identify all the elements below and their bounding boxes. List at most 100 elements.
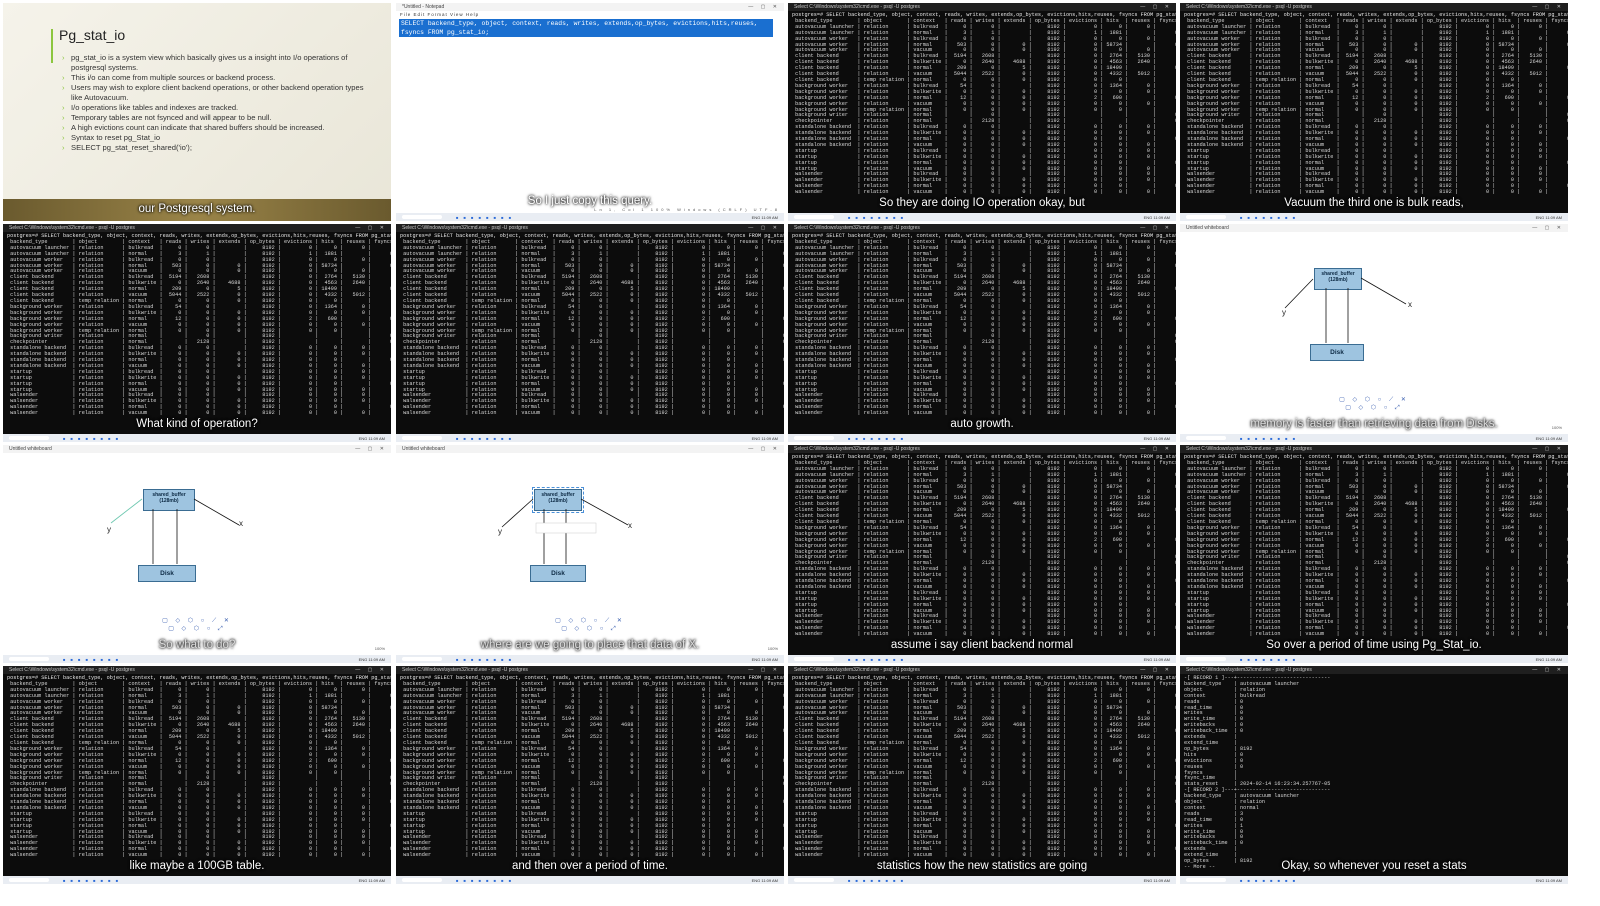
- taskbar-search[interactable]: [794, 878, 834, 882]
- window-controls[interactable]: — ▢ ✕: [748, 446, 780, 452]
- taskbar-app-icons[interactable]: ■ ■ ■ ■ ■ ■ ■ ■: [1240, 657, 1297, 662]
- taskbar-search[interactable]: [1186, 657, 1226, 661]
- window-controls[interactable]: — ▢ ✕: [1140, 225, 1172, 231]
- window-titlebar[interactable]: Select C:\Windows\system32\cmd.exe - psq…: [396, 666, 784, 674]
- taskbar: ■ ■ ■ ■ ■ ■ ■ ■ ENG 11:09 AM: [788, 213, 1176, 221]
- taskbar-app-icons[interactable]: ■ ■ ■ ■ ■ ■ ■ ■: [63, 878, 120, 883]
- window-controls[interactable]: — ▢ ✕: [1532, 667, 1564, 673]
- window-titlebar[interactable]: Select C:\Windows\system32\cmd.exe - psq…: [788, 666, 1176, 674]
- window-title: *Untitled - Notepad: [402, 4, 445, 10]
- terminal-output[interactable]: postgres=# SELECT backend_type, object, …: [1180, 11, 1568, 213]
- taskbar-search[interactable]: [794, 436, 834, 440]
- whiteboard-canvas[interactable]: shared_buffer (128mb) Disk y x ▢ ◇ ⬡ ○ ⟋…: [396, 453, 784, 655]
- caption: So they are doing IO operation okay, but: [879, 197, 1085, 209]
- window-titlebar[interactable]: Untitled whiteboard — ▢ ✕: [396, 445, 784, 453]
- window-title: Select C:\Windows\system32\cmd.exe - psq…: [794, 225, 920, 231]
- window-controls[interactable]: — ▢ ✕: [1140, 4, 1172, 10]
- window-titlebar[interactable]: Select C:\Windows\system32\cmd.exe - psq…: [1180, 3, 1568, 11]
- selected-query-text[interactable]: SELECT backend_type, object, context, re…: [399, 19, 773, 37]
- taskbar-app-icons[interactable]: ■ ■ ■ ■ ■ ■ ■ ■: [456, 436, 513, 441]
- taskbar-search[interactable]: [9, 657, 49, 661]
- taskbar-app-icons[interactable]: ■ ■ ■ ■ ■ ■ ■ ■: [456, 215, 513, 220]
- taskbar-tray: ENG 11:09 AM: [1535, 215, 1562, 220]
- taskbar-app-icons[interactable]: ■ ■ ■ ■ ■ ■ ■ ■: [63, 657, 120, 662]
- window-controls[interactable]: — ▢ ✕: [748, 667, 780, 673]
- terminal-output[interactable]: postgres=# SELECT backend_type, object, …: [396, 674, 784, 876]
- taskbar-app-icons[interactable]: ■ ■ ■ ■ ■ ■ ■ ■: [848, 878, 905, 883]
- caption: auto growth.: [950, 418, 1014, 430]
- tile-terminal: Select C:\Windows\system32\cmd.exe - psq…: [1180, 666, 1568, 884]
- whiteboard-canvas[interactable]: shared_buffer (128mb) Disk y x ▢ ◇ ⬡ ○ ⟋…: [1180, 232, 1568, 434]
- tile-notepad: *Untitled - Notepad — ▢ ✕ File Edit Form…: [396, 3, 784, 221]
- taskbar-search[interactable]: [794, 215, 834, 219]
- window-controls[interactable]: — ▢ ✕: [1140, 446, 1172, 452]
- taskbar: ■ ■ ■ ■ ■ ■ ■ ■ ENG 11:09 AM: [788, 655, 1176, 663]
- notepad-editor[interactable]: File Edit Format View Help SELECT backen…: [396, 11, 784, 213]
- terminal-output[interactable]: postgres=# SELECT backend_type, object, …: [788, 453, 1176, 655]
- taskbar-app-icons[interactable]: ■ ■ ■ ■ ■ ■ ■ ■: [848, 215, 905, 220]
- window-controls[interactable]: — ▢ ✕: [1532, 446, 1564, 452]
- window-titlebar[interactable]: Select C:\Windows\system32\cmd.exe - psq…: [3, 224, 391, 232]
- window-controls[interactable]: — ▢ ✕: [748, 225, 780, 231]
- caption: So what to do?: [158, 639, 236, 651]
- window-titlebar[interactable]: Untitled whiteboard — ▢ ✕: [3, 445, 391, 453]
- terminal-output[interactable]: postgres=# SELECT backend_type, object, …: [396, 232, 784, 434]
- taskbar-search[interactable]: [1186, 878, 1226, 882]
- window-titlebar[interactable]: Untitled whiteboard — ▢ ✕: [1180, 224, 1568, 232]
- table-row: walsender | relation | vacuum | 0 | 0 | …: [792, 852, 1157, 859]
- taskbar-app-icons[interactable]: ■ ■ ■ ■ ■ ■ ■ ■: [63, 436, 120, 441]
- table-row: walsender | relation | vacuum | 0 | 0 | …: [1184, 631, 1549, 638]
- terminal-output[interactable]: postgres=# SELECT backend_type, object, …: [3, 232, 391, 434]
- window-titlebar[interactable]: Select C:\Windows\system32\cmd.exe - psq…: [1180, 445, 1568, 453]
- window-controls[interactable]: — ▢ ✕: [1532, 4, 1564, 10]
- table-row: walsender | relation | vacuum | 0 | 0 | …: [7, 410, 372, 417]
- window-titlebar[interactable]: Select C:\Windows\system32\cmd.exe - psq…: [788, 3, 1176, 11]
- window-controls[interactable]: — ▢ ✕: [355, 446, 387, 452]
- whiteboard-toolbar[interactable]: ▢ ◇ ⬡ ○ ⟋ ✕ ▢ ◇ ⬡ ○ ⤢: [162, 617, 232, 633]
- notepad-menu[interactable]: File Edit Format View Help: [400, 12, 479, 17]
- taskbar-tray: ENG 11:09 AM: [751, 878, 778, 883]
- taskbar-search[interactable]: [402, 657, 442, 661]
- window-titlebar[interactable]: Select C:\Windows\system32\cmd.exe - psq…: [788, 224, 1176, 232]
- taskbar-app-icons[interactable]: ■ ■ ■ ■ ■ ■ ■ ■: [1240, 436, 1297, 441]
- window-controls[interactable]: — ▢ ✕: [355, 667, 387, 673]
- taskbar-app-icons[interactable]: ■ ■ ■ ■ ■ ■ ■ ■: [848, 657, 905, 662]
- caption: our Postgresql system.: [138, 203, 256, 215]
- window-controls[interactable]: — ▢ ✕: [748, 4, 780, 10]
- window-titlebar[interactable]: *Untitled - Notepad — ▢ ✕: [396, 3, 784, 11]
- taskbar-search[interactable]: [9, 878, 49, 882]
- window-controls[interactable]: — ▢ ✕: [355, 225, 387, 231]
- taskbar-app-icons[interactable]: ■ ■ ■ ■ ■ ■ ■ ■: [848, 436, 905, 441]
- whiteboard-toolbar[interactable]: ▢ ◇ ⬡ ○ ⟋ ✕ ▢ ◇ ⬡ ○ ⤢: [1339, 396, 1409, 412]
- whiteboard-canvas[interactable]: shared_buffer (128mb) Disk y x ▢ ◇ ⬡ ○ ⟋…: [3, 453, 391, 655]
- taskbar-search[interactable]: [402, 878, 442, 882]
- terminal-output[interactable]: -[ RECORD 1 ]---+-----------------------…: [1180, 674, 1568, 876]
- taskbar-search[interactable]: [9, 436, 49, 440]
- window-titlebar[interactable]: Select C:\Windows\system32\cmd.exe - psq…: [396, 224, 784, 232]
- terminal-output[interactable]: postgres=# SELECT backend_type, object, …: [788, 232, 1176, 434]
- taskbar-search[interactable]: [1186, 436, 1226, 440]
- taskbar-app-icons[interactable]: ■ ■ ■ ■ ■ ■ ■ ■: [1240, 215, 1297, 220]
- taskbar-app-icons[interactable]: ■ ■ ■ ■ ■ ■ ■ ■: [456, 878, 513, 883]
- taskbar-app-icons[interactable]: ■ ■ ■ ■ ■ ■ ■ ■: [456, 657, 513, 662]
- terminal-output[interactable]: postgres=# SELECT backend_type, object, …: [788, 674, 1176, 876]
- window-controls[interactable]: — ▢ ✕: [1140, 667, 1172, 673]
- whiteboard-toolbar[interactable]: ▢ ◇ ⬡ ○ ⟋ ✕ ▢ ◇ ⬡ ○ ⤢: [555, 617, 625, 633]
- taskbar-search[interactable]: [1186, 215, 1226, 219]
- terminal-output[interactable]: postgres=# SELECT backend_type, object, …: [3, 674, 391, 876]
- terminal-output[interactable]: postgres=# SELECT backend_type, object, …: [1180, 453, 1568, 655]
- taskbar-tray: ENG 11:09 AM: [751, 215, 778, 220]
- tile-slide: Pg_stat_io pg_stat_io is a system view w…: [3, 3, 391, 221]
- taskbar-search[interactable]: [402, 215, 442, 219]
- bullet: SELECT pg_stat_reset_shared('io');: [62, 143, 371, 153]
- caption: Okay, so whenever you reset a stats: [1281, 860, 1467, 872]
- terminal-output[interactable]: postgres=# SELECT backend_type, object, …: [788, 11, 1176, 213]
- taskbar-app-icons[interactable]: ■ ■ ■ ■ ■ ■ ■ ■: [1240, 878, 1297, 883]
- window-controls[interactable]: — ▢ ✕: [1532, 225, 1564, 231]
- window-titlebar[interactable]: Select C:\Windows\system32\cmd.exe - psq…: [788, 445, 1176, 453]
- window-titlebar[interactable]: Select C:\Windows\system32\cmd.exe - psq…: [1180, 666, 1568, 674]
- taskbar-search[interactable]: [402, 436, 442, 440]
- taskbar-search[interactable]: [794, 657, 834, 661]
- window-titlebar[interactable]: Select C:\Windows\system32\cmd.exe - psq…: [3, 666, 391, 674]
- caption: statistics how the new statistics are go…: [876, 860, 1088, 872]
